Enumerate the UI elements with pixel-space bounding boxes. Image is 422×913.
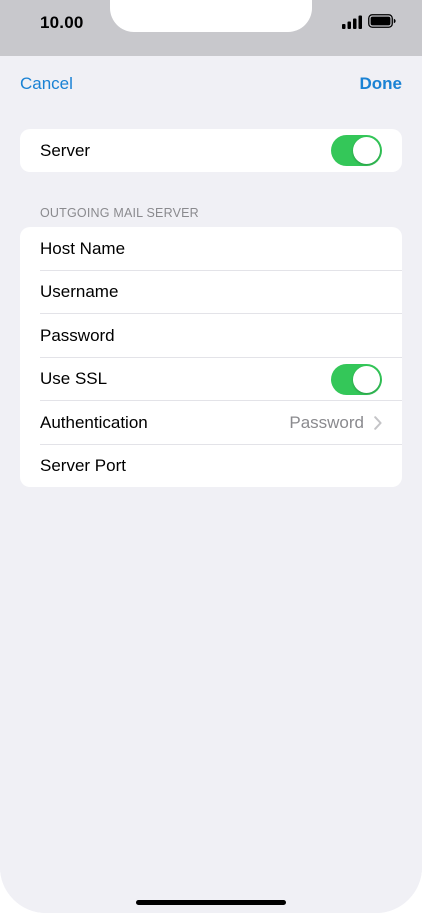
use-ssl-toggle[interactable] [331,363,382,395]
battery-icon [368,14,396,28]
status-bar: 10.00 [0,0,422,56]
notch [110,0,312,32]
host-name-row[interactable]: Host Name [20,227,402,271]
status-time: 10.00 [40,13,84,32]
server-label: Server [40,140,91,160]
cancel-button[interactable]: Cancel [20,74,73,94]
home-indicator [136,900,286,905]
outgoing-card: Host Name Username Password Use SSL Auth… [20,227,402,487]
password-label: Password [40,325,115,345]
authentication-label: Authentication [40,412,148,432]
signal-icon [342,15,362,29]
server-port-row[interactable]: Server Port [20,445,402,488]
use-ssl-row: Use SSL [20,358,402,401]
settings-sheet: Cancel Done Server OUTGOING MAIL SERVER … [0,56,422,913]
phone-screen: 10.00 Cancel Done Server OUTGOING MAIL S… [0,0,422,913]
password-row[interactable]: Password [20,314,402,358]
username-label: Username [40,282,119,302]
done-button[interactable]: Done [360,74,403,94]
toggle-knob [353,365,380,393]
host-name-label: Host Name [40,238,126,258]
chevron-right-icon [374,415,382,430]
use-ssl-label: Use SSL [40,369,108,389]
authentication-value: Password [289,412,364,432]
server-port-label: Server Port [40,456,126,476]
outgoing-section-header: OUTGOING MAIL SERVER [40,206,199,220]
server-row: Server [20,129,402,172]
authentication-row[interactable]: Authentication Password [20,401,402,445]
server-toggle[interactable] [331,135,382,167]
server-card: Server [20,129,402,172]
username-row[interactable]: Username [20,271,402,314]
toggle-knob [353,137,380,165]
